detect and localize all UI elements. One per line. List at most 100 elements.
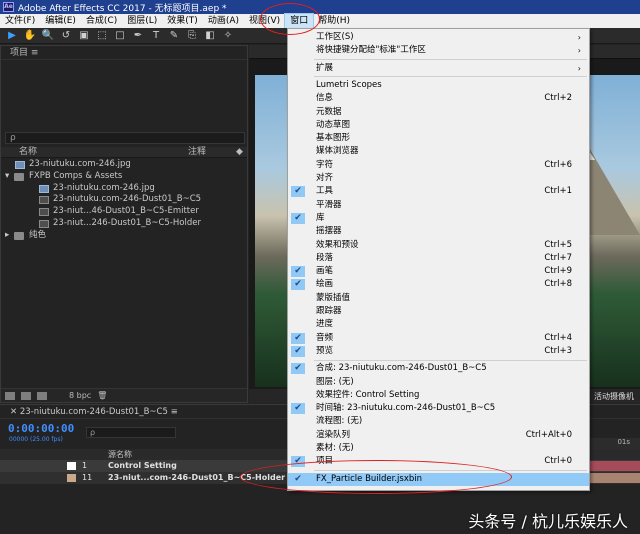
image-file-icon <box>39 184 49 193</box>
source-name-header[interactable]: 源名称 <box>108 449 132 460</box>
hand-tool-icon[interactable]: ✋ <box>24 30 36 42</box>
window-menu-item[interactable]: 渲染队列 Ctrl+Alt+0 <box>288 429 589 442</box>
window-menu-item[interactable]: ✔ 音频 Ctrl+4 <box>288 332 589 345</box>
watermark: 头条号 / 杭儿乐娱乐人 <box>468 512 628 531</box>
window-menu-item[interactable]: 扩展 › <box>288 62 589 75</box>
panel-menu-icon[interactable]: ≡ <box>31 48 39 58</box>
menu-item-label: 工作区(S) <box>316 32 354 42</box>
folder-expand-icon[interactable]: ▾ <box>5 171 9 183</box>
window-menu-item[interactable]: 跟踪器 <box>288 305 589 318</box>
column-comment[interactable]: 注释 <box>188 147 206 158</box>
layer-label-swatch[interactable] <box>67 474 76 482</box>
menu-item-label: 画笔 <box>316 266 334 277</box>
window-menu-item[interactable]: ✔ 合成: 23-niutuku.com-246-Dust01_B~C5 <box>288 362 589 375</box>
menu-2[interactable]: 合成(C) <box>81 14 122 28</box>
window-menu-item[interactable]: 进度 <box>288 318 589 331</box>
bpc-label[interactable]: 8 bpc <box>69 391 91 400</box>
window-menu-item[interactable]: 素材: (无) <box>288 442 589 455</box>
selection-tool-icon[interactable]: ▶ <box>6 30 18 42</box>
window-menu-item[interactable]: ✔ 预览 Ctrl+3 <box>288 345 589 358</box>
window-menu-item[interactable]: ✔ 绘画 Ctrl+8 <box>288 278 589 291</box>
layer-number: 11 <box>82 473 93 482</box>
menu-item-shortcut: Ctrl+1 <box>544 186 572 197</box>
project-item[interactable]: 23-niutuku.com-246-Dust01_B~C5 <box>1 194 247 206</box>
menu-0[interactable]: 文件(F) <box>0 14 40 28</box>
window-menu-item[interactable]: 蒙版插值 <box>288 292 589 305</box>
window-menu-item[interactable]: 基本图形 <box>288 132 589 145</box>
window-menu-item[interactable]: 段落 Ctrl+7 <box>288 252 589 265</box>
type-tool-icon[interactable]: T <box>150 30 162 42</box>
window-menu-item[interactable]: 平滑器 <box>288 199 589 212</box>
project-item[interactable]: 23-niutuku.com-246.jpg <box>1 183 247 195</box>
zoom-tool-icon[interactable]: 🔍 <box>42 30 54 42</box>
window-menu-item[interactable]: 动态草图 <box>288 119 589 132</box>
window-menu-item[interactable]: ✔ 画笔 Ctrl+9 <box>288 265 589 278</box>
clone-stamp-tool-icon[interactable]: ⎘ <box>186 30 198 42</box>
current-time-display[interactable]: 0:00:00:00 <box>8 422 74 435</box>
window-menu-item[interactable]: 元数据 <box>288 106 589 119</box>
menu-item-label: 渲染队列 <box>316 429 351 440</box>
menu-separator <box>314 76 587 78</box>
folder-expand-icon[interactable]: ▸ <box>5 230 9 242</box>
project-item[interactable]: 23-niutuku.com-246.jpg <box>1 159 247 171</box>
window-menu-item[interactable]: Lumetri Scopes <box>288 79 589 92</box>
project-item[interactable]: ▸ 纯色 <box>1 230 247 242</box>
close-icon[interactable]: ✕ <box>10 407 20 417</box>
menu-item-shortcut: Ctrl+8 <box>544 279 572 290</box>
menu-item-label: 蒙版插值 <box>316 292 351 303</box>
camera-tool-icon[interactable]: ▣ <box>78 30 90 42</box>
menu-item-label: 元数据 <box>316 106 342 117</box>
timeline-search-input[interactable]: ρ <box>86 427 176 438</box>
project-search-input[interactable]: ρ <box>5 132 245 144</box>
eraser-tool-icon[interactable]: ◧ <box>204 30 216 42</box>
menu-3[interactable]: 图层(L) <box>122 14 162 28</box>
active-camera-dropdown[interactable]: 活动摄像机 <box>594 391 634 402</box>
layer-label-swatch[interactable] <box>67 462 76 470</box>
window-menu-item[interactable]: ✔ 时间轴: 23-niutuku.com-246-Dust01_B~C5 <box>288 402 589 415</box>
column-name[interactable]: 名称 <box>19 147 37 158</box>
frame-rate-label: 00000 (25.00 fps) <box>9 436 63 443</box>
menu-4[interactable]: 效果(T) <box>162 14 203 28</box>
menu-item-label: 进度 <box>316 319 334 330</box>
rotate-tool-icon[interactable]: ↺ <box>60 30 72 42</box>
window-menu-item[interactable]: 图层: (无) <box>288 376 589 389</box>
menu-1[interactable]: 编辑(E) <box>40 14 81 28</box>
trash-icon[interactable]: 🗑 <box>97 391 107 400</box>
menu-5[interactable]: 动画(A) <box>203 14 244 28</box>
ruler-mark: 01s <box>617 438 630 446</box>
project-item[interactable]: 23-niut...46-Dust01_B~C5-Emitter <box>1 206 247 218</box>
window-menu-item[interactable]: 效果和预设 Ctrl+5 <box>288 239 589 252</box>
layer-name[interactable]: Control Setting <box>108 460 177 472</box>
window-menu-item[interactable]: 将快捷键分配给"标准"工作区 › <box>288 44 589 57</box>
folder-icon <box>14 231 24 240</box>
roto-brush-tool-icon[interactable]: ✧ <box>222 30 234 42</box>
window-menu-item[interactable]: 工作区(S) › <box>288 31 589 44</box>
window-menu-item[interactable]: ✔ 工具 Ctrl+1 <box>288 185 589 198</box>
project-item[interactable]: ▾ FXPB Comps & Assets <box>1 171 247 183</box>
new-folder-icon[interactable] <box>21 391 31 400</box>
rectangle-tool-icon[interactable]: □ <box>114 30 126 42</box>
menu-bar: 文件(F) 编辑(E) 合成(C) 图层(L) 效果(T) 动画(A) 视图(V) 窗口 帮助(… <box>0 13 640 29</box>
submenu-arrow-icon: › <box>577 33 581 42</box>
pan-behind-tool-icon[interactable]: ⬚ <box>96 30 108 42</box>
new-composition-icon[interactable] <box>37 391 47 400</box>
menu-item-label: 跟踪器 <box>316 306 342 316</box>
project-item[interactable]: 23-niut...246-Dust01_B~C5-Holder <box>1 218 247 230</box>
menu-item-shortcut: Ctrl+3 <box>544 345 572 356</box>
menu-item-label: 摇摆器 <box>316 226 342 237</box>
brush-tool-icon[interactable]: ✎ <box>168 30 180 42</box>
pen-tool-icon[interactable]: ✒ <box>132 30 144 42</box>
window-menu-item[interactable]: 信息 Ctrl+2 <box>288 92 589 105</box>
window-menu-item[interactable]: 对齐 <box>288 172 589 185</box>
window-menu-item[interactable]: 效果控件: Control Setting <box>288 389 589 402</box>
window-menu-item[interactable]: 摇摆器 <box>288 225 589 238</box>
window-menu-item[interactable]: 媒体浏览器 <box>288 145 589 158</box>
window-menu-item[interactable]: ✔ 库 <box>288 212 589 225</box>
menu-item-shortcut: Ctrl+7 <box>544 252 572 263</box>
window-menu-item[interactable]: 流程图: (无) <box>288 415 589 428</box>
interpret-footage-icon[interactable] <box>5 391 15 400</box>
project-panel-footer: 8 bpc 🗑 <box>1 388 247 402</box>
project-panel-tab[interactable]: 项目 ≡ <box>1 46 247 60</box>
project-item-label: 23-niut...46-Dust01_B~C5-Emitter <box>53 206 199 217</box>
window-menu-item[interactable]: 字符 Ctrl+6 <box>288 159 589 172</box>
